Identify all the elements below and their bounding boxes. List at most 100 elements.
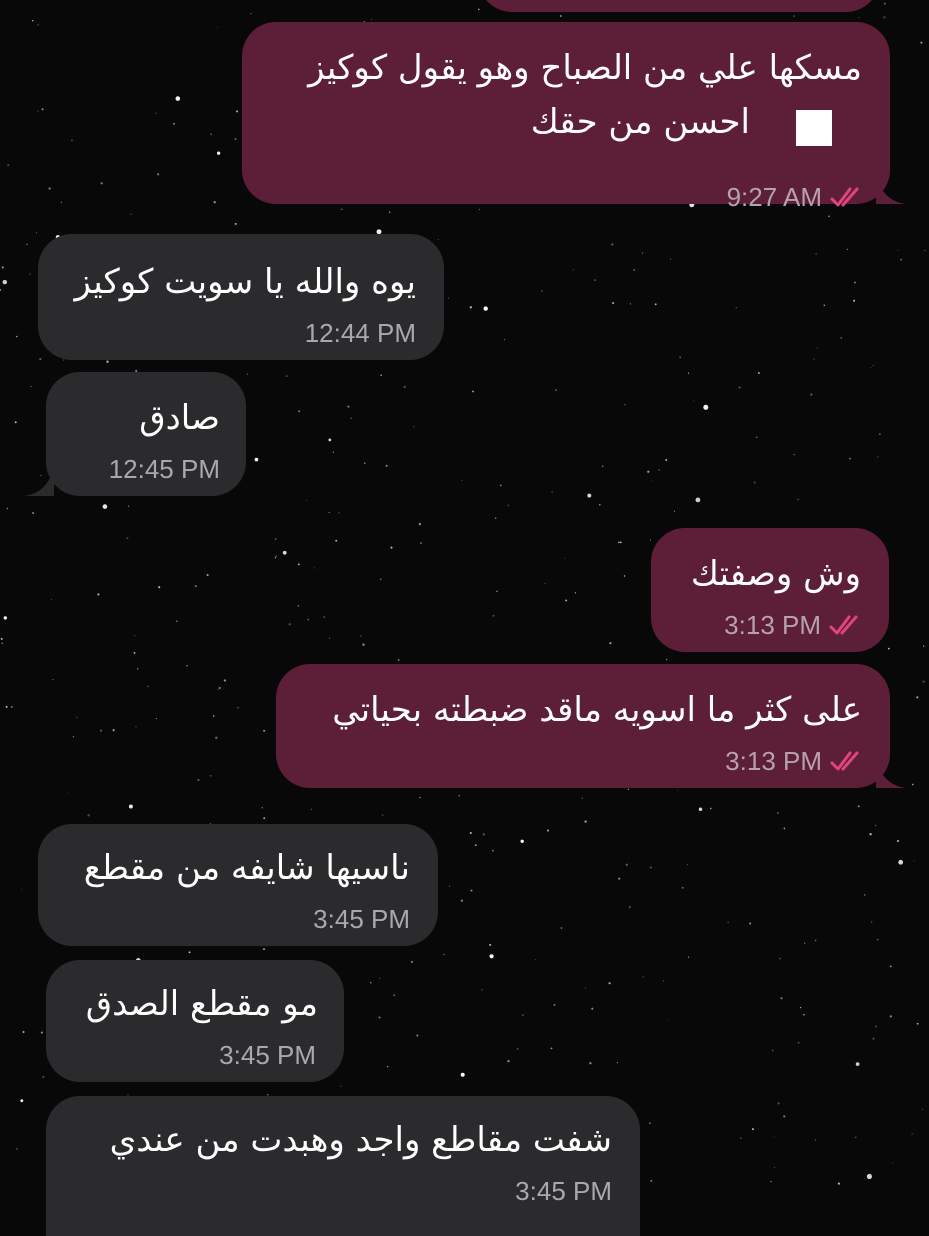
- star: [793, 453, 795, 456]
- star: [816, 347, 818, 349]
- star: [469, 306, 472, 309]
- star: [97, 593, 100, 596]
- star: [876, 938, 879, 941]
- star: [87, 814, 90, 817]
- star: [793, 15, 795, 17]
- star: [668, 1019, 669, 1020]
- message-text: احسن من حقك: [530, 102, 750, 142]
- star: [521, 1014, 524, 1017]
- star: [587, 493, 592, 498]
- star: [470, 889, 473, 892]
- star: [5, 705, 8, 708]
- message-bubble-outgoing[interactable]: على كثر ما اسويه ماقد ضبطته بحياتي 3:13 …: [276, 664, 890, 788]
- star: [135, 725, 137, 728]
- star: [419, 796, 421, 799]
- message-text: شفت مقاطع واجد وهبدت من عندي: [109, 1120, 612, 1160]
- star: [870, 921, 873, 923]
- star: [883, 2, 886, 5]
- star: [478, 208, 480, 210]
- star: [877, 456, 879, 458]
- star: [507, 504, 509, 506]
- star: [458, 795, 460, 797]
- star: [687, 372, 690, 374]
- star: [751, 1128, 754, 1131]
- star: [584, 987, 587, 989]
- star: [390, 546, 393, 549]
- star: [250, 13, 252, 15]
- message-bubble-outgoing[interactable]: مسكها علي من الصباح وهو يقول كوكيز احسن …: [242, 22, 890, 212]
- star: [218, 687, 221, 689]
- star: [924, 250, 926, 251]
- star: [217, 688, 219, 690]
- star: [234, 138, 237, 140]
- star: [889, 1015, 892, 1018]
- star: [112, 729, 115, 732]
- star: [900, 258, 903, 261]
- star: [804, 942, 806, 944]
- star: [687, 956, 690, 958]
- star: [460, 899, 464, 902]
- star: [30, 385, 32, 388]
- star: [911, 1133, 913, 1135]
- star: [738, 386, 741, 389]
- star: [106, 360, 109, 363]
- star: [70, 139, 73, 142]
- star: [896, 839, 900, 843]
- message-bubble-incoming[interactable]: يوه والله يا سويت كوكيز 12:44 PM: [38, 234, 444, 360]
- star: [263, 817, 266, 820]
- star: [41, 108, 44, 111]
- star: [666, 658, 668, 661]
- star: [10, 706, 13, 708]
- star: [380, 578, 382, 580]
- star: [21, 889, 23, 890]
- star: [574, 592, 577, 594]
- message-bubble-outgoing[interactable]: وش وصفتك 3:13 PM: [651, 528, 889, 652]
- star: [102, 504, 108, 509]
- star: [380, 374, 382, 376]
- star: [492, 849, 494, 852]
- star: [297, 563, 300, 566]
- star: [494, 517, 497, 519]
- star: [100, 729, 103, 732]
- star: [472, 390, 474, 393]
- star: [670, 258, 672, 260]
- message-text: مسكها علي من الصباح وهو يقول كوكيز: [308, 48, 862, 88]
- star: [853, 299, 856, 302]
- star: [126, 537, 129, 540]
- star: [776, 811, 779, 815]
- star: [662, 980, 664, 982]
- star: [16, 1148, 18, 1150]
- star: [31, 19, 34, 22]
- star: [215, 736, 218, 739]
- star: [175, 96, 181, 101]
- star: [3, 616, 7, 620]
- star: [913, 860, 915, 862]
- star: [418, 522, 421, 526]
- star: [611, 243, 614, 246]
- read-ticks-icon: [830, 751, 859, 771]
- star: [520, 839, 524, 843]
- star: [872, 1037, 875, 1040]
- star: [340, 208, 343, 211]
- star: [323, 616, 325, 618]
- star: [849, 457, 851, 460]
- star: [774, 1135, 776, 1137]
- star: [128, 804, 133, 809]
- message-bubble-incoming[interactable]: ناسيها شايفه من مقطع 3:45 PM: [38, 824, 438, 946]
- star: [297, 605, 299, 607]
- star: [727, 921, 729, 923]
- star: [499, 484, 502, 487]
- star: [67, 792, 69, 794]
- star: [665, 458, 668, 461]
- star: [338, 512, 340, 514]
- star: [840, 337, 842, 339]
- message-bubble-incoming[interactable]: شفت مقاطع واجد وهبدت من عندي 3:45 PM: [46, 1096, 640, 1236]
- star: [799, 1006, 802, 1009]
- message-bubble-incoming[interactable]: صادق 12:45 PM: [46, 372, 246, 496]
- star: [460, 1072, 465, 1077]
- star: [650, 1179, 653, 1182]
- star: [175, 620, 178, 623]
- message-bubble-partial[interactable]: [478, 0, 880, 12]
- message-bubble-incoming[interactable]: مو مقطع الصدق 3:45 PM: [46, 960, 344, 1082]
- star: [360, 635, 362, 637]
